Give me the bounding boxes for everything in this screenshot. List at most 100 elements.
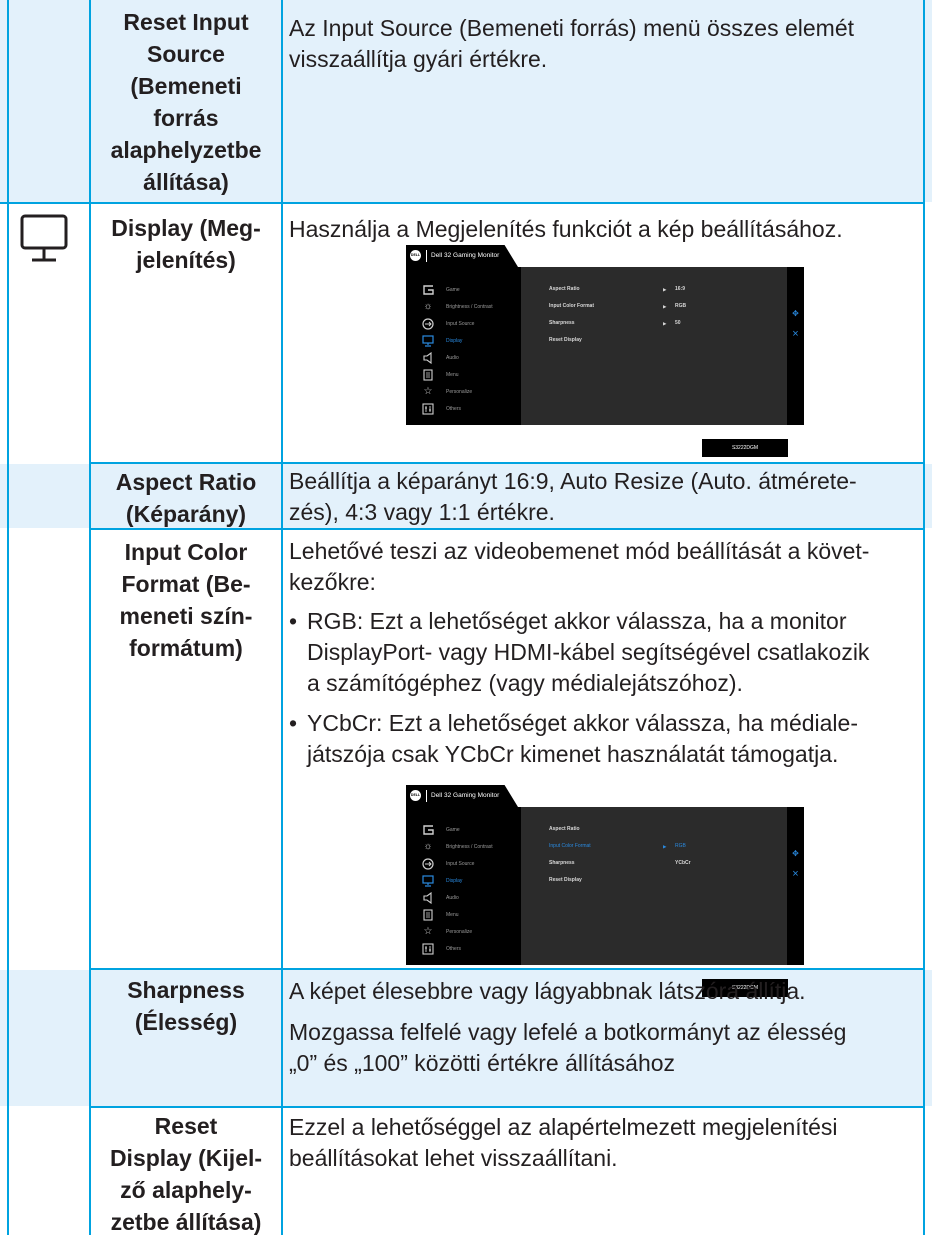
- osd-menu-item-others: Others: [406, 942, 521, 956]
- label-input-color-format: Input Color Format (Be- meneti szín- for…: [119, 539, 253, 661]
- personalize-icon: ☆: [423, 386, 433, 397]
- osd-menu-panel: Game ☼ Brightness / Contrast Input Sourc…: [406, 807, 521, 965]
- osd-menu-label: Game: [446, 287, 460, 293]
- osd-menu-label: Display: [446, 878, 463, 884]
- osd-submenu-arrow: ▶: [663, 321, 667, 326]
- osd-menu-label: Menu: [446, 912, 459, 918]
- desc-aspect-ratio: Beállítja a képarányt 16:9, Auto Resize …: [289, 468, 857, 525]
- osd-menu-label: Input Source: [446, 321, 475, 327]
- osd-title: Dell 32 Gaming Monitor: [431, 252, 500, 259]
- osd-menu-label: Brightness / Contrast: [446, 304, 493, 310]
- row-divider: [90, 1106, 925, 1108]
- desc-reset-display: Ezzel a lehetőséggel az alapértelmezett …: [289, 1114, 838, 1171]
- brightness-icon: ☼: [423, 301, 433, 312]
- input-source-icon: [422, 858, 434, 870]
- osd-menu-item-game: Game: [406, 823, 521, 837]
- osd-model-tag: S3222DGM: [702, 439, 788, 457]
- display-icon: [422, 875, 434, 887]
- menu-icon: [422, 909, 434, 921]
- osd-menu-label: Game: [446, 827, 460, 833]
- others-icon: [422, 943, 434, 955]
- osd-value-aspect-ratio: 16:9: [675, 286, 686, 292]
- osd-menu-label: Input Source: [446, 861, 475, 867]
- osd-menu-item-brightness: ☼ Brightness / Contrast: [406, 300, 521, 314]
- osd-nav-panel: ✥ ×: [787, 267, 804, 425]
- osd-value-input-color-format: RGB: [675, 303, 687, 309]
- osd-submenu-arrow: ▶: [663, 844, 667, 849]
- desc-reset-input-source: Az Input Source (Bemeneti forrás) menü ö…: [289, 15, 855, 72]
- osd-menu-label: Menu: [446, 372, 459, 378]
- osd-option-aspect-ratio: Aspect Ratio: [549, 286, 580, 292]
- table-border-left: [7, 0, 9, 1235]
- osd-value-rgb: RGB: [675, 843, 686, 849]
- osd-submenu-arrow: ▶: [663, 304, 667, 309]
- brightness-icon: ☼: [423, 841, 433, 852]
- osd-header-tab: DELL Dell 32 Gaming Monitor: [406, 245, 518, 267]
- label-sharpness: Sharpness (Élesség): [127, 977, 245, 1035]
- audio-icon: [422, 352, 434, 364]
- osd-menu-label: Audio: [446, 355, 459, 361]
- list-item-ycbcr: YCbCr: Ezt a lehetőséget akkor válassza,…: [289, 708, 924, 770]
- osd-menu-item-personalize: ☆ Personalize: [406, 925, 521, 939]
- menu-icon: [422, 369, 434, 381]
- close-icon: ×: [792, 868, 799, 880]
- osd-menu-item-input-source: Input Source: [406, 317, 521, 331]
- osd-option-aspect-ratio: Aspect Ratio: [549, 826, 580, 832]
- game-icon: [422, 824, 434, 836]
- dell-logo: DELL: [410, 790, 421, 801]
- osd-menu-label: Audio: [446, 895, 459, 901]
- osd-nav-panel: ✥ ×: [787, 807, 804, 965]
- manual-page: Reset Input Source (Bemeneti forrás alap…: [0, 0, 932, 1235]
- display-icon: [20, 214, 68, 268]
- osd-tab-divider: [426, 790, 427, 802]
- osd-option-reset-display: Reset Display: [549, 337, 582, 343]
- osd-menu-label: Personalize: [446, 929, 473, 935]
- osd-menu-label: Display: [446, 338, 463, 344]
- close-icon: ×: [792, 328, 799, 340]
- osd-menu-item-brightness: ☼ Brightness / Contrast: [406, 840, 521, 854]
- osd-menu-label: Others: [446, 406, 462, 412]
- desc-sharpness: A képet élesebbre vagy lágyabbnak látszó…: [289, 978, 847, 1076]
- desc-input-color-format: Lehetővé teszi az videobemenet mód beáll…: [289, 536, 924, 770]
- joystick-move-icon: ✥: [792, 849, 799, 858]
- osd-options-panel: Aspect Ratio Input Color Format ▶ RGB Sh…: [521, 807, 787, 965]
- osd-menu-label: Others: [446, 946, 462, 952]
- table-border-icon-col: [89, 0, 91, 1235]
- display-icon: [422, 335, 434, 347]
- personalize-icon: ☆: [423, 926, 433, 937]
- osd-submenu-arrow: ▶: [663, 287, 667, 292]
- label-aspect-ratio: Aspect Ratio (Képarány): [115, 469, 257, 527]
- dell-logo: DELL: [410, 250, 421, 261]
- joystick-move-icon: ✥: [792, 309, 799, 318]
- row-divider: [0, 202, 925, 204]
- osd-value-ycbcr: YCbCr: [675, 860, 691, 866]
- osd-menu-panel: Game ☼ Brightness / Contrast Input Sourc…: [406, 267, 521, 425]
- osd-option-input-color-format: Input Color Format: [549, 843, 591, 849]
- osd-menu-item-input-source: Input Source: [406, 857, 521, 871]
- osd-menu-label: Personalize: [446, 389, 473, 395]
- label-reset-input-source: Reset Input Source (Bemeneti forrás alap…: [110, 9, 262, 195]
- osd-tab-divider: [426, 250, 427, 262]
- osd-menu-item-menu: Menu: [406, 368, 521, 382]
- osd-menu-item-game: Game: [406, 283, 521, 297]
- osd-menu-item-display: Display: [406, 334, 521, 348]
- row-divider: [90, 462, 925, 464]
- table-border-label-col: [281, 0, 283, 1235]
- osd-menu-item-display: Display: [406, 874, 521, 888]
- osd-option-input-color-format: Input Color Format: [549, 303, 594, 309]
- game-icon: [422, 284, 434, 296]
- osd-value-sharpness: 50: [675, 320, 681, 326]
- osd-title: Dell 32 Gaming Monitor: [431, 792, 500, 799]
- osd-menu-item-menu: Menu: [406, 908, 521, 922]
- others-icon: [422, 403, 434, 415]
- osd-menu-label: Brightness / Contrast: [446, 844, 493, 850]
- audio-icon: [422, 892, 434, 904]
- osd-option-sharpness: Sharpness: [549, 320, 575, 326]
- label-display: Display (Meg- jelenítés): [111, 215, 261, 273]
- desc-display: Használja a Megjelenítés funkciót a kép …: [289, 216, 843, 242]
- osd-menu-item-personalize: ☆ Personalize: [406, 385, 521, 399]
- osd-menu-item-audio: Audio: [406, 891, 521, 905]
- osd-menu-item-others: Others: [406, 402, 521, 416]
- label-reset-display: Reset Display (Kijel- ző alaphely- zetbe…: [109, 1113, 263, 1235]
- osd-option-sharpness: Sharpness: [549, 860, 575, 866]
